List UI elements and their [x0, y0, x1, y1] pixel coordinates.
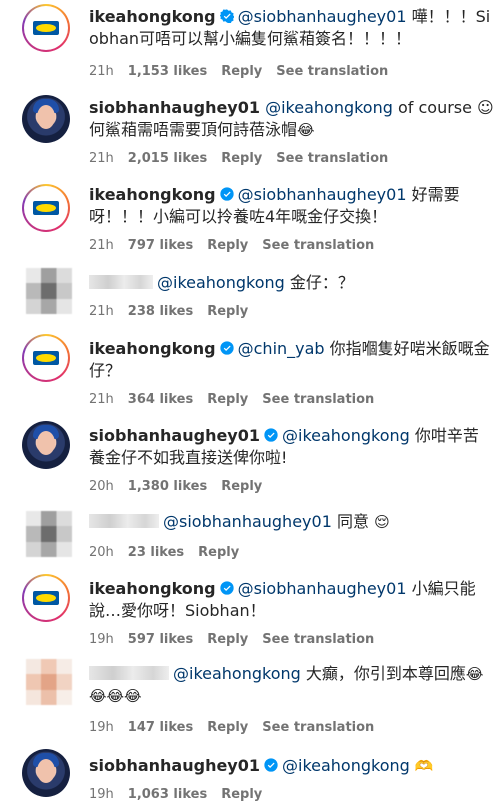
avatar[interactable] [22, 334, 70, 382]
see-translation-link[interactable]: See translation [262, 392, 374, 407]
verified-badge-icon [219, 341, 234, 355]
likes-count[interactable]: 597 likes [128, 632, 193, 647]
comment-username[interactable]: siobhanhaughey01 [89, 756, 260, 775]
comment-mention[interactable]: @ikeahongkong [265, 98, 393, 117]
likes-count[interactable]: 1,063 likes [128, 787, 207, 802]
comment-time: 21h [89, 392, 114, 407]
comment-time: 19h [89, 787, 114, 802]
avatar[interactable] [22, 4, 70, 52]
ikea-logo-icon [33, 201, 59, 215]
comment-meta: 21h 238 likes Reply [89, 304, 262, 319]
comment-mention[interactable]: @ikeahongkong [157, 273, 285, 292]
comment-emoji: 😂 [297, 121, 315, 139]
comment-mention[interactable]: @ikeahongkong [282, 756, 410, 775]
verified-badge-icon [219, 581, 234, 595]
comment-emoji: 🫶 [414, 757, 434, 775]
comment-text: 同意 [331, 512, 369, 531]
comment-meta: 20h 23 likes Reply [89, 545, 253, 560]
comment-username[interactable]: ikeahongkong [89, 185, 216, 204]
see-translation-link[interactable]: See translation [262, 238, 374, 253]
avatar[interactable] [26, 268, 72, 314]
likes-count[interactable]: 23 likes [128, 545, 184, 560]
comment-emoji: 😌 [374, 513, 390, 531]
comment-text: 金仔：？ [284, 273, 354, 292]
comment-meta: 19h 147 likes Reply See translation [89, 720, 388, 735]
avatar[interactable] [26, 659, 72, 705]
reply-button[interactable]: Reply [221, 479, 262, 494]
comment-username[interactable]: siobhanhaughey01 [89, 426, 260, 445]
reply-button[interactable]: Reply [207, 392, 248, 407]
likes-count[interactable]: 364 likes [128, 392, 193, 407]
comment-username[interactable]: siobhanhaughey01 [89, 98, 260, 117]
comment-mention[interactable]: @siobhanhaughey01 [238, 7, 407, 26]
comment-mention[interactable]: @chin_yab [238, 339, 325, 358]
comment-time: 20h [89, 479, 114, 494]
verified-badge-icon [264, 758, 278, 772]
ikea-logo-icon [33, 591, 59, 605]
comment-mention[interactable]: @ikeahongkong [282, 426, 410, 445]
comment-text: 大癲，你引到本尊回應 [300, 664, 466, 683]
likes-count[interactable]: 2,015 likes [128, 151, 207, 166]
comment-meta: 21h 797 likes Reply See translation [89, 238, 388, 253]
see-translation-link[interactable]: See translation [276, 64, 388, 79]
reply-button[interactable]: Reply [207, 720, 248, 735]
comment-meta: 19h 597 likes Reply See translation [89, 632, 388, 647]
avatar[interactable] [22, 421, 70, 469]
likes-count[interactable]: 147 likes [128, 720, 193, 735]
likes-count[interactable]: 1,380 likes [128, 479, 207, 494]
comment-mention[interactable]: @siobhanhaughey01 [238, 579, 407, 598]
likes-count[interactable]: 797 likes [128, 238, 193, 253]
reply-button[interactable]: Reply [207, 632, 248, 647]
comment-username[interactable]: ikeahongkong [89, 339, 216, 358]
avatar[interactable] [22, 95, 70, 143]
avatar[interactable] [22, 184, 70, 232]
comment-mention[interactable]: @ikeahongkong [173, 664, 301, 683]
reply-button[interactable]: Reply [221, 787, 262, 802]
comment-meta: 21h 364 likes Reply See translation [89, 392, 388, 407]
reply-button[interactable]: Reply [221, 151, 262, 166]
comment-time: 21h [89, 304, 114, 319]
see-translation-link[interactable]: See translation [262, 632, 374, 647]
comment-thread: ikeahongkong @siobhanhaughey01 嘩！！！Siobha… [0, 0, 504, 803]
comment-time: 20h [89, 545, 114, 560]
reply-button[interactable]: Reply [207, 304, 248, 319]
comment-meta: 19h 1,063 likes Reply [89, 787, 276, 802]
avatar[interactable] [22, 574, 70, 622]
verified-badge-icon [219, 187, 234, 201]
avatar[interactable] [22, 749, 70, 797]
comment-username[interactable]: ikeahongkong [89, 7, 216, 26]
comment-meta: 21h 2,015 likes Reply See translation [89, 151, 402, 166]
comment-mention[interactable]: @siobhanhaughey01 [163, 512, 332, 531]
comment-time: 21h [89, 64, 114, 79]
comment-mention[interactable]: @siobhanhaughey01 [238, 185, 407, 204]
redacted-username [89, 514, 159, 528]
comment-username[interactable]: ikeahongkong [89, 579, 216, 598]
comment-time: 19h [89, 720, 114, 735]
verified-badge-icon [264, 428, 278, 442]
likes-count[interactable]: 238 likes [128, 304, 193, 319]
reply-button[interactable]: Reply [221, 64, 262, 79]
comment-meta: 21h 1,153 likes Reply See translation [89, 64, 402, 79]
ikea-logo-icon [33, 351, 59, 365]
comment-meta: 20h 1,380 likes Reply [89, 479, 276, 494]
comment-time: 19h [89, 632, 114, 647]
redacted-username [89, 666, 169, 680]
see-translation-link[interactable]: See translation [276, 151, 388, 166]
comment-time: 21h [89, 238, 114, 253]
see-translation-link[interactable]: See translation [262, 720, 374, 735]
verified-badge-icon [219, 9, 234, 23]
reply-button[interactable]: Reply [198, 545, 239, 560]
redacted-username [89, 275, 153, 289]
likes-count[interactable]: 1,153 likes [128, 64, 207, 79]
ikea-logo-icon [33, 21, 59, 35]
avatar[interactable] [26, 511, 72, 557]
comment-time: 21h [89, 151, 114, 166]
reply-button[interactable]: Reply [207, 238, 248, 253]
